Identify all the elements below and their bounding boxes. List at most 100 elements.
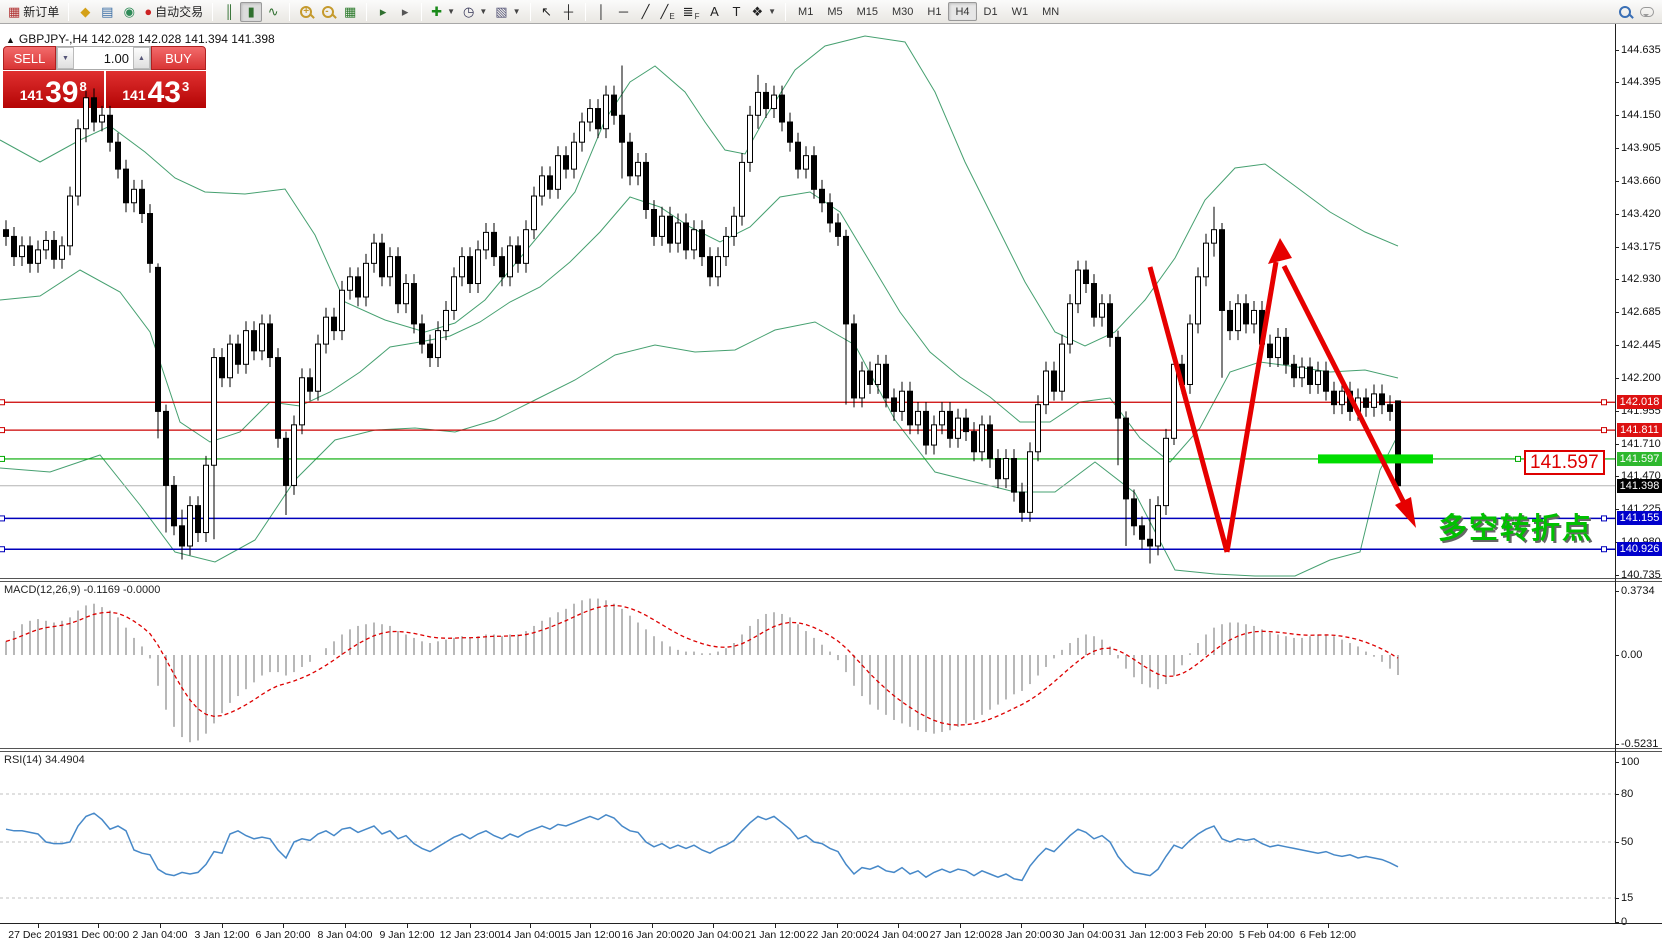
candle-body [188,506,193,546]
vertical-line-button-icon: │ [597,5,605,18]
timeframe-m30-button[interactable]: M30 [885,2,920,21]
trend-arrow-head [1268,238,1292,264]
auto-scroll-button[interactable]: ▸ [372,2,394,22]
time-tick-label: 12 Jan 23:00 [440,929,501,941]
axis-tick-mark [1615,575,1619,576]
candle-body [380,243,385,277]
signals-button[interactable]: ◉ [118,2,140,22]
rsi-pane-separator[interactable] [0,748,1662,752]
auto-trading-button-icon: ● [144,5,152,18]
timeframe-d1-button[interactable]: D1 [977,2,1005,21]
time-tick-label: 3 Feb 20:00 [1177,929,1233,941]
line-handle [1516,456,1521,461]
candlestick-chart-button-icon: ▮ [248,5,255,18]
candle-body [1276,337,1281,357]
candle-body [60,246,65,259]
price-tick-label: 141.710 [1621,438,1661,450]
axis-tick-mark [1615,444,1619,445]
fibonacci-button[interactable]: ≣F [679,2,704,22]
time-tick-label: 28 Jan 20:00 [991,929,1052,941]
time-tick-label: 6 Jan 20:00 [256,929,311,941]
candle-body [732,216,737,236]
market-watch-button-icon: ◆ [80,5,90,18]
zoom-out-button[interactable]: - [317,2,339,22]
candle-body [412,284,417,324]
bar-chart-button[interactable]: ║ [218,2,240,22]
chart-shift-button[interactable]: ▸ [394,2,416,22]
line-chart-button[interactable]: ∿ [262,2,284,22]
time-tick-mark [530,924,531,928]
market-watch-button[interactable]: ◆ [74,2,96,22]
chart-canvas[interactable]: ▲GBPJPY-,H4 142.028 142.028 141.394 141.… [0,24,1662,947]
timeframe-mn-button[interactable]: MN [1035,2,1066,21]
axis-tick-mark [1615,115,1619,116]
candle-body [492,232,497,256]
trend-arrow-segment [1227,262,1276,552]
equidistant-channel-button[interactable]: ╱E [657,2,679,22]
templates-button-dropdown-icon[interactable]: ▼ [513,7,521,16]
candle-body [780,95,785,122]
auto-scroll-button-icon: ▸ [380,5,387,18]
zoom-in-button[interactable]: + [295,2,317,22]
arrows-button-dropdown-icon[interactable]: ▼ [768,7,776,16]
candle-body [852,324,857,398]
tile-windows-button[interactable]: ▦ [339,2,361,22]
time-axis[interactable]: 27 Dec 201931 Dec 00:002 Jan 04:003 Jan … [0,923,1662,947]
indicators-button[interactable]: ✚▼ [427,2,459,22]
horizontal-line-button[interactable]: ─ [613,2,635,22]
candle-body [1332,391,1337,404]
crosshair-button[interactable]: ┼ [558,2,580,22]
axis-tick-mark [1615,214,1619,215]
arrows-button[interactable]: ❖▼ [747,2,780,22]
search-button[interactable] [1614,2,1636,22]
cursor-button[interactable]: ↖ [536,2,558,22]
trendline-button[interactable]: ╱ [635,2,657,22]
chat-button[interactable] [1636,2,1658,22]
templates-button[interactable]: ▧▼ [491,2,524,22]
rsi-tick-label: 100 [1621,756,1639,768]
candlestick-chart-button[interactable]: ▮ [240,2,262,22]
time-tick-mark [775,924,776,928]
timeframe-m1-button[interactable]: M1 [791,2,820,21]
data-window-button[interactable]: ▤ [96,2,118,22]
indicators-button-dropdown-icon[interactable]: ▼ [447,7,455,16]
candle-body [308,378,313,391]
mt4-terminal-window: ▦新订单◆▤◉●自动交易║▮∿+-▦▸▸✚▼◷▼▧▼↖┼│─╱╱E≣FAT❖▼M… [0,0,1662,947]
fibonacci-button-sub: F [695,12,700,21]
timeframe-w1-button[interactable]: W1 [1005,2,1036,21]
text-label-button[interactable]: T [725,2,747,22]
new-order-button-label: 新订单 [23,3,59,20]
candle-body [860,371,865,398]
timeframe-m5-button[interactable]: M5 [820,2,849,21]
candle-body [316,344,321,391]
candle-body [244,331,249,365]
time-tick-mark [1083,924,1084,928]
candle-body [892,398,897,411]
timeframe-h4-button[interactable]: H4 [948,2,976,21]
candle-body [676,223,681,243]
macd-tick-label: -0.5231 [1621,738,1658,750]
candle-body [1340,391,1345,404]
auto-trading-button[interactable]: ●自动交易 [140,2,207,22]
text-button[interactable]: A [703,2,725,22]
new-order-button[interactable]: ▦新订单 [4,2,63,22]
candle-body [1028,452,1033,513]
timeframe-m15-button[interactable]: M15 [850,2,885,21]
toolbar-separator [68,3,69,21]
price-callout-141597[interactable]: 141.597 [1524,450,1605,475]
periods-button[interactable]: ◷▼ [459,2,491,22]
macd-pane-separator[interactable] [0,578,1662,582]
line-handle [0,428,5,433]
candle-body [924,411,929,445]
periods-button-dropdown-icon[interactable]: ▼ [479,7,487,16]
chart-plot-svg[interactable] [0,24,1662,947]
axis-tick-mark [1615,591,1619,592]
candle-body [92,98,97,122]
axis-tick-mark [1615,247,1619,248]
turning-point-annotation[interactable]: 多空转折点 [1438,505,1593,547]
timeframe-h1-button[interactable]: H1 [920,2,948,21]
text-label-button-icon: T [732,5,740,18]
vertical-line-button[interactable]: │ [591,2,613,22]
time-tick-label: 22 Jan 20:00 [807,929,868,941]
new-order-button-icon: ▦ [8,5,20,18]
